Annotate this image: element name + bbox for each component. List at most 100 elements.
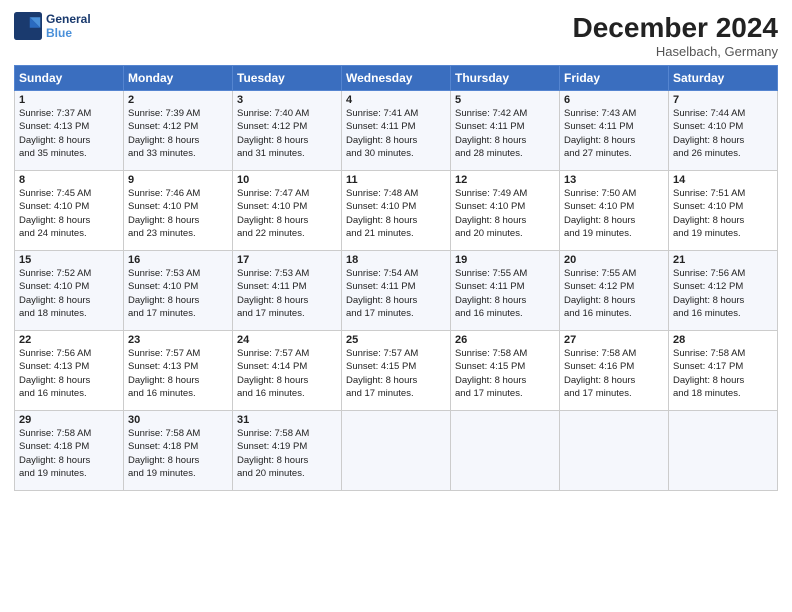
day-number: 6: [564, 94, 664, 106]
day-number: 20: [564, 254, 664, 266]
day-info: Sunrise: 7:57 AMSunset: 4:15 PMDaylight:…: [346, 347, 446, 400]
header-cell-monday: Monday: [124, 66, 233, 91]
day-number: 23: [128, 334, 228, 346]
calendar-body: 1Sunrise: 7:37 AMSunset: 4:13 PMDaylight…: [15, 91, 778, 491]
day-number: 18: [346, 254, 446, 266]
day-cell: [669, 411, 778, 491]
day-info: Sunrise: 7:55 AMSunset: 4:11 PMDaylight:…: [455, 267, 555, 320]
day-cell: 1Sunrise: 7:37 AMSunset: 4:13 PMDaylight…: [15, 91, 124, 171]
week-row-1: 1Sunrise: 7:37 AMSunset: 4:13 PMDaylight…: [15, 91, 778, 171]
day-cell: 28Sunrise: 7:58 AMSunset: 4:17 PMDayligh…: [669, 331, 778, 411]
title-area: December 2024 Haselbach, Germany: [573, 12, 778, 59]
day-info: Sunrise: 7:44 AMSunset: 4:10 PMDaylight:…: [673, 107, 773, 160]
day-info: Sunrise: 7:58 AMSunset: 4:18 PMDaylight:…: [19, 427, 119, 480]
logo-icon: [14, 12, 42, 40]
day-info: Sunrise: 7:57 AMSunset: 4:14 PMDaylight:…: [237, 347, 337, 400]
day-info: Sunrise: 7:43 AMSunset: 4:11 PMDaylight:…: [564, 107, 664, 160]
day-cell: 8Sunrise: 7:45 AMSunset: 4:10 PMDaylight…: [15, 171, 124, 251]
day-number: 17: [237, 254, 337, 266]
day-cell: 18Sunrise: 7:54 AMSunset: 4:11 PMDayligh…: [342, 251, 451, 331]
day-cell: 23Sunrise: 7:57 AMSunset: 4:13 PMDayligh…: [124, 331, 233, 411]
day-cell: [560, 411, 669, 491]
day-info: Sunrise: 7:41 AMSunset: 4:11 PMDaylight:…: [346, 107, 446, 160]
day-info: Sunrise: 7:51 AMSunset: 4:10 PMDaylight:…: [673, 187, 773, 240]
day-number: 29: [19, 414, 119, 426]
day-number: 19: [455, 254, 555, 266]
day-info: Sunrise: 7:49 AMSunset: 4:10 PMDaylight:…: [455, 187, 555, 240]
day-cell: 29Sunrise: 7:58 AMSunset: 4:18 PMDayligh…: [15, 411, 124, 491]
header-cell-tuesday: Tuesday: [233, 66, 342, 91]
day-info: Sunrise: 7:58 AMSunset: 4:15 PMDaylight:…: [455, 347, 555, 400]
day-number: 2: [128, 94, 228, 106]
week-row-4: 22Sunrise: 7:56 AMSunset: 4:13 PMDayligh…: [15, 331, 778, 411]
logo: General Blue: [14, 12, 91, 40]
week-row-2: 8Sunrise: 7:45 AMSunset: 4:10 PMDaylight…: [15, 171, 778, 251]
day-number: 26: [455, 334, 555, 346]
day-info: Sunrise: 7:53 AMSunset: 4:10 PMDaylight:…: [128, 267, 228, 320]
day-cell: 20Sunrise: 7:55 AMSunset: 4:12 PMDayligh…: [560, 251, 669, 331]
logo-text: General Blue: [46, 12, 91, 40]
day-cell: 7Sunrise: 7:44 AMSunset: 4:10 PMDaylight…: [669, 91, 778, 171]
day-info: Sunrise: 7:53 AMSunset: 4:11 PMDaylight:…: [237, 267, 337, 320]
day-info: Sunrise: 7:50 AMSunset: 4:10 PMDaylight:…: [564, 187, 664, 240]
day-info: Sunrise: 7:42 AMSunset: 4:11 PMDaylight:…: [455, 107, 555, 160]
day-cell: 11Sunrise: 7:48 AMSunset: 4:10 PMDayligh…: [342, 171, 451, 251]
day-info: Sunrise: 7:57 AMSunset: 4:13 PMDaylight:…: [128, 347, 228, 400]
day-info: Sunrise: 7:56 AMSunset: 4:13 PMDaylight:…: [19, 347, 119, 400]
day-number: 3: [237, 94, 337, 106]
day-number: 8: [19, 174, 119, 186]
day-info: Sunrise: 7:58 AMSunset: 4:17 PMDaylight:…: [673, 347, 773, 400]
day-number: 24: [237, 334, 337, 346]
day-cell: 27Sunrise: 7:58 AMSunset: 4:16 PMDayligh…: [560, 331, 669, 411]
header-cell-thursday: Thursday: [451, 66, 560, 91]
day-number: 16: [128, 254, 228, 266]
day-info: Sunrise: 7:56 AMSunset: 4:12 PMDaylight:…: [673, 267, 773, 320]
day-number: 27: [564, 334, 664, 346]
day-number: 22: [19, 334, 119, 346]
day-number: 9: [128, 174, 228, 186]
day-number: 28: [673, 334, 773, 346]
day-cell: 6Sunrise: 7:43 AMSunset: 4:11 PMDaylight…: [560, 91, 669, 171]
day-info: Sunrise: 7:46 AMSunset: 4:10 PMDaylight:…: [128, 187, 228, 240]
header-cell-saturday: Saturday: [669, 66, 778, 91]
main-container: General Blue December 2024 Haselbach, Ge…: [0, 0, 792, 499]
day-number: 7: [673, 94, 773, 106]
day-info: Sunrise: 7:48 AMSunset: 4:10 PMDaylight:…: [346, 187, 446, 240]
day-cell: 26Sunrise: 7:58 AMSunset: 4:15 PMDayligh…: [451, 331, 560, 411]
calendar-table: SundayMondayTuesdayWednesdayThursdayFrid…: [14, 65, 778, 491]
day-number: 13: [564, 174, 664, 186]
day-info: Sunrise: 7:55 AMSunset: 4:12 PMDaylight:…: [564, 267, 664, 320]
day-cell: 13Sunrise: 7:50 AMSunset: 4:10 PMDayligh…: [560, 171, 669, 251]
day-cell: 5Sunrise: 7:42 AMSunset: 4:11 PMDaylight…: [451, 91, 560, 171]
day-cell: 19Sunrise: 7:55 AMSunset: 4:11 PMDayligh…: [451, 251, 560, 331]
day-cell: 31Sunrise: 7:58 AMSunset: 4:19 PMDayligh…: [233, 411, 342, 491]
week-row-5: 29Sunrise: 7:58 AMSunset: 4:18 PMDayligh…: [15, 411, 778, 491]
day-info: Sunrise: 7:52 AMSunset: 4:10 PMDaylight:…: [19, 267, 119, 320]
day-info: Sunrise: 7:58 AMSunset: 4:19 PMDaylight:…: [237, 427, 337, 480]
day-info: Sunrise: 7:37 AMSunset: 4:13 PMDaylight:…: [19, 107, 119, 160]
day-number: 4: [346, 94, 446, 106]
day-info: Sunrise: 7:58 AMSunset: 4:18 PMDaylight:…: [128, 427, 228, 480]
day-cell: 14Sunrise: 7:51 AMSunset: 4:10 PMDayligh…: [669, 171, 778, 251]
week-row-3: 15Sunrise: 7:52 AMSunset: 4:10 PMDayligh…: [15, 251, 778, 331]
day-number: 10: [237, 174, 337, 186]
day-cell: 17Sunrise: 7:53 AMSunset: 4:11 PMDayligh…: [233, 251, 342, 331]
header-cell-wednesday: Wednesday: [342, 66, 451, 91]
day-cell: 10Sunrise: 7:47 AMSunset: 4:10 PMDayligh…: [233, 171, 342, 251]
day-number: 12: [455, 174, 555, 186]
day-cell: [451, 411, 560, 491]
header: General Blue December 2024 Haselbach, Ge…: [14, 12, 778, 59]
day-cell: 3Sunrise: 7:40 AMSunset: 4:12 PMDaylight…: [233, 91, 342, 171]
day-number: 11: [346, 174, 446, 186]
day-cell: 16Sunrise: 7:53 AMSunset: 4:10 PMDayligh…: [124, 251, 233, 331]
day-cell: 25Sunrise: 7:57 AMSunset: 4:15 PMDayligh…: [342, 331, 451, 411]
day-number: 5: [455, 94, 555, 106]
day-cell: [342, 411, 451, 491]
day-number: 1: [19, 94, 119, 106]
day-cell: 4Sunrise: 7:41 AMSunset: 4:11 PMDaylight…: [342, 91, 451, 171]
day-info: Sunrise: 7:47 AMSunset: 4:10 PMDaylight:…: [237, 187, 337, 240]
month-title: December 2024: [573, 12, 778, 44]
day-number: 15: [19, 254, 119, 266]
day-cell: 30Sunrise: 7:58 AMSunset: 4:18 PMDayligh…: [124, 411, 233, 491]
day-cell: 24Sunrise: 7:57 AMSunset: 4:14 PMDayligh…: [233, 331, 342, 411]
